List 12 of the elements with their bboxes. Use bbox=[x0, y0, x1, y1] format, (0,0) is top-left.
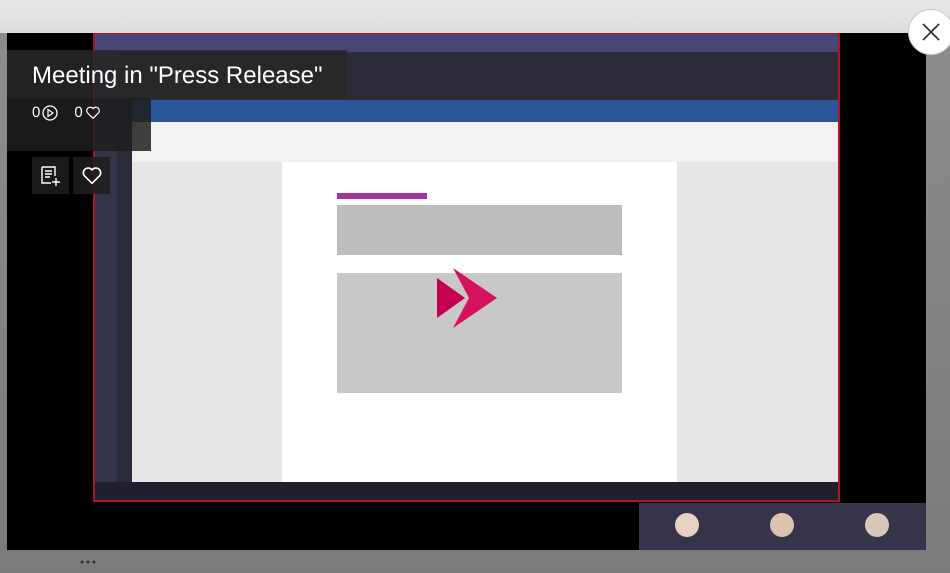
view-count: 0 bbox=[32, 104, 40, 121]
list-add-icon bbox=[40, 164, 62, 186]
close-icon bbox=[921, 22, 941, 42]
close-button[interactable] bbox=[908, 9, 950, 55]
more-icon[interactable] bbox=[80, 560, 96, 564]
like-count: 0 bbox=[74, 104, 83, 121]
heart-icon bbox=[80, 164, 102, 186]
video-title: Meeting in "Press Release" bbox=[32, 62, 323, 89]
like-button[interactable] bbox=[73, 157, 110, 194]
play-count-icon bbox=[42, 104, 58, 120]
add-to-playlist-button[interactable] bbox=[32, 157, 69, 194]
like-count-icon bbox=[84, 104, 101, 120]
